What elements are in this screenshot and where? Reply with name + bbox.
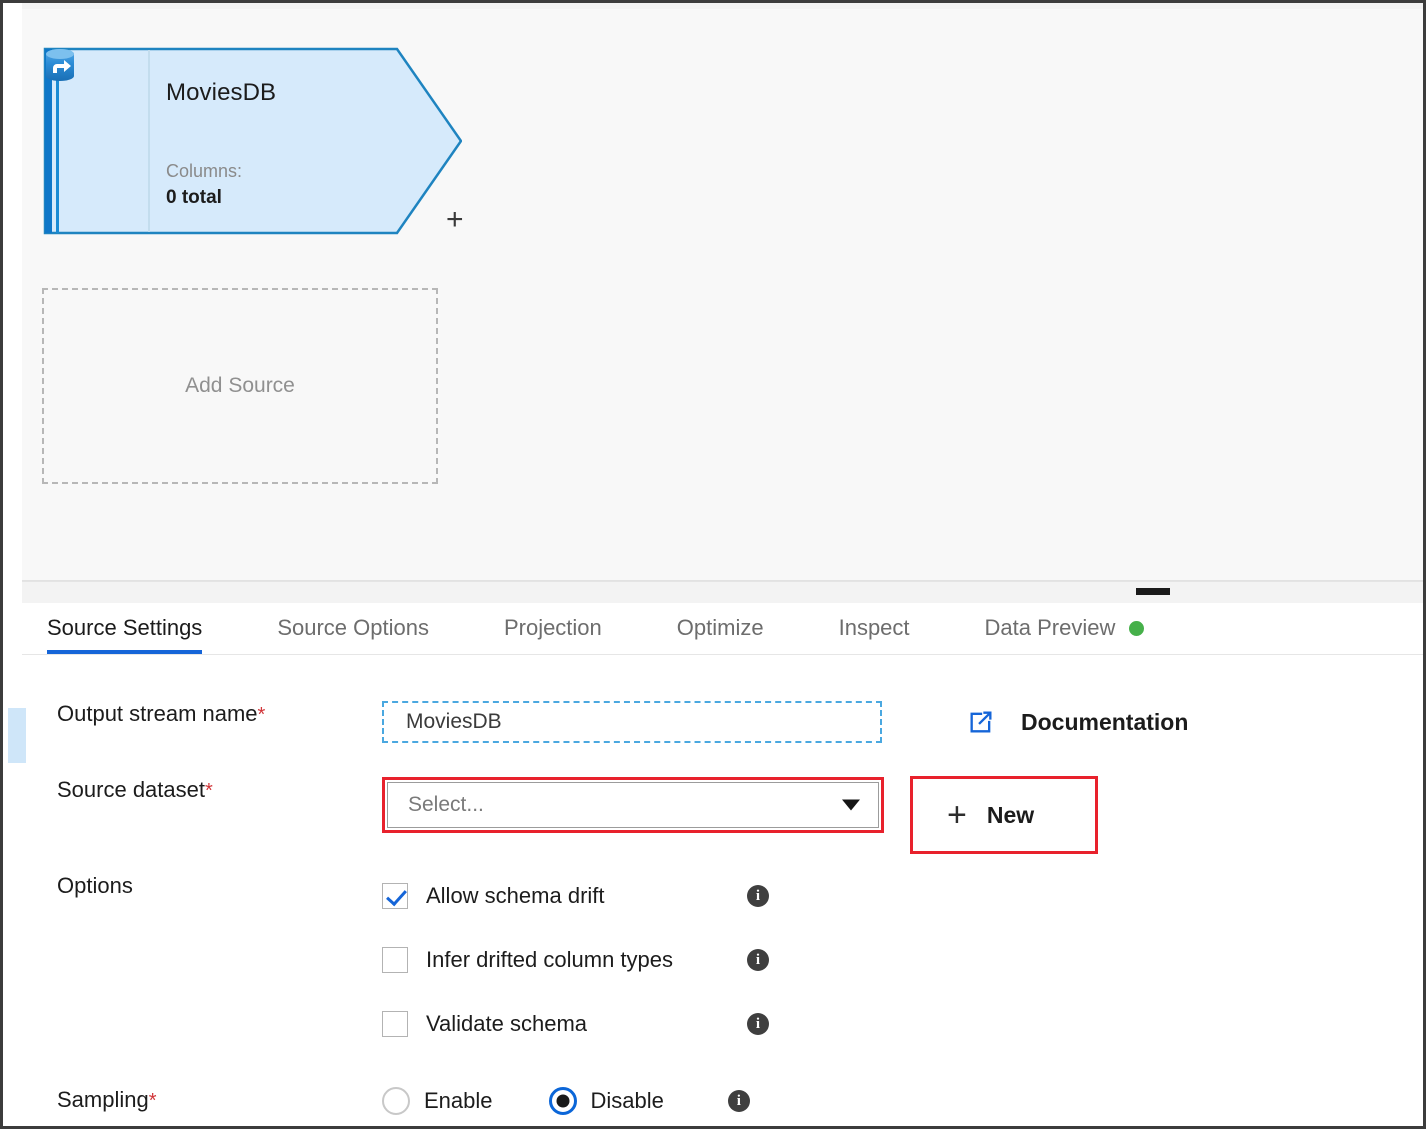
data-preview-status-dot bbox=[1129, 620, 1145, 636]
info-icon-sampling[interactable]: i bbox=[727, 1090, 750, 1112]
info-icon-allow-schema-drift[interactable]: i bbox=[747, 885, 769, 907]
output-stream-name-label: Output stream name* bbox=[22, 701, 382, 727]
option-validate-schema[interactable]: Validate schema i bbox=[382, 1001, 769, 1047]
source-node-moviesdb[interactable]: MoviesDB Columns: 0 total + bbox=[42, 47, 464, 235]
source-settings-form: Output stream name* Documentation bbox=[22, 655, 1423, 1115]
documentation-label: Documentation bbox=[1021, 708, 1189, 735]
tab-optimize[interactable]: Optimize bbox=[677, 602, 764, 654]
plus-icon: + bbox=[947, 796, 967, 834]
required-asterisk: * bbox=[257, 704, 266, 726]
sampling-radio-group: Enable Disable i bbox=[382, 1087, 750, 1115]
checkbox-validate-schema[interactable] bbox=[382, 1011, 408, 1037]
checkbox-allow-schema-drift[interactable] bbox=[382, 883, 408, 909]
source-dataset-label: Source dataset* bbox=[22, 777, 382, 803]
output-stream-name-control bbox=[382, 701, 882, 743]
screenshot-frame: MoviesDB Columns: 0 total + Add Source S… bbox=[0, 0, 1426, 1129]
external-link-icon bbox=[970, 711, 992, 733]
form-row-source-dataset: Source dataset* Select... + New bbox=[22, 776, 1423, 854]
settings-panel: Source Settings Source Options Projectio… bbox=[8, 603, 1423, 1126]
source-dataset-control: Select... bbox=[382, 777, 884, 833]
new-dataset-button[interactable]: + New bbox=[913, 779, 1095, 851]
label-text: Sampling bbox=[57, 1087, 149, 1112]
add-source-label: Add Source bbox=[185, 374, 295, 397]
documentation-link[interactable]: Documentation bbox=[967, 701, 1188, 743]
tab-label: Source Options bbox=[277, 615, 429, 640]
label-text: Source dataset bbox=[57, 777, 205, 802]
source-dataset-dropdown[interactable]: Select... bbox=[387, 782, 879, 828]
checkbox-infer-drifted-column-types[interactable] bbox=[382, 947, 408, 973]
tab-projection[interactable]: Projection bbox=[504, 602, 602, 654]
source-dataset-selected-value: Select... bbox=[408, 793, 484, 816]
database-source-icon bbox=[46, 49, 74, 81]
add-transformation-plus-icon[interactable]: + bbox=[446, 205, 464, 235]
new-dataset-highlight-box: + New bbox=[910, 776, 1098, 854]
option-label: Validate schema bbox=[426, 1011, 588, 1036]
output-stream-name-field-wrapper[interactable] bbox=[382, 701, 882, 743]
options-checkbox-list: Allow schema drift i Infer drifted colum… bbox=[382, 873, 769, 1065]
required-asterisk: * bbox=[148, 1090, 157, 1112]
radio-label: Disable bbox=[590, 1088, 664, 1113]
option-label: Allow schema drift bbox=[426, 883, 605, 908]
form-row-sampling: Sampling* Enable Disable i bbox=[22, 1087, 1423, 1115]
radio-label: Enable bbox=[424, 1088, 493, 1113]
required-asterisk: * bbox=[204, 780, 213, 802]
canvas-top-divider bbox=[22, 3, 1423, 9]
tab-data-preview[interactable]: Data Preview bbox=[985, 602, 1145, 654]
tab-inspect[interactable]: Inspect bbox=[839, 602, 910, 654]
option-label: Infer drifted column types bbox=[426, 947, 674, 972]
tab-label: Projection bbox=[503, 615, 602, 640]
settings-tabs: Source Settings Source Options Projectio… bbox=[22, 603, 1423, 655]
option-allow-schema-drift[interactable]: Allow schema drift i bbox=[382, 873, 769, 919]
radio-button-disable[interactable] bbox=[548, 1087, 577, 1115]
radio-button-enable[interactable] bbox=[382, 1087, 410, 1115]
source-node-columns-value: 0 total bbox=[166, 187, 222, 208]
form-row-output-stream-name: Output stream name* Documentation bbox=[22, 701, 1423, 743]
source-node-shape bbox=[43, 47, 462, 235]
new-dataset-button-label: New bbox=[986, 801, 1035, 828]
panel-splitter[interactable] bbox=[22, 581, 1423, 603]
options-label: Options bbox=[57, 873, 133, 898]
radio-sampling-enable[interactable]: Enable bbox=[382, 1087, 493, 1115]
option-infer-drifted-column-types[interactable]: Infer drifted column types i bbox=[382, 937, 769, 983]
form-row-options: Options Allow schema drift i Infer drift… bbox=[22, 873, 1423, 1065]
info-icon-infer-drifted-column-types[interactable]: i bbox=[747, 949, 769, 971]
source-node-title: MoviesDB bbox=[166, 79, 277, 106]
app-root: MoviesDB Columns: 0 total + Add Source S… bbox=[3, 3, 1423, 1126]
radio-sampling-disable[interactable]: Disable bbox=[548, 1087, 664, 1115]
sampling-label: Sampling* bbox=[22, 1087, 382, 1113]
info-icon-validate-schema[interactable]: i bbox=[747, 1013, 769, 1035]
dataflow-canvas[interactable]: MoviesDB Columns: 0 total + Add Source bbox=[22, 3, 1423, 581]
tab-source-options[interactable]: Source Options bbox=[277, 602, 429, 654]
source-node-columns-label: Columns: bbox=[166, 161, 243, 181]
tab-label: Source Settings bbox=[47, 615, 203, 640]
splitter-grip-handle[interactable] bbox=[1136, 588, 1170, 595]
chevron-down-icon bbox=[842, 799, 860, 811]
output-stream-name-input[interactable] bbox=[384, 703, 880, 741]
label-text: Output stream name bbox=[57, 701, 258, 726]
tab-label: Inspect bbox=[838, 615, 910, 640]
source-dataset-highlight-box: Select... bbox=[382, 777, 884, 833]
tab-source-settings[interactable]: Source Settings bbox=[47, 602, 203, 654]
add-source-dropzone[interactable]: Add Source bbox=[42, 288, 438, 484]
tab-label: Optimize bbox=[676, 615, 764, 640]
tab-label: Data Preview bbox=[984, 615, 1116, 640]
